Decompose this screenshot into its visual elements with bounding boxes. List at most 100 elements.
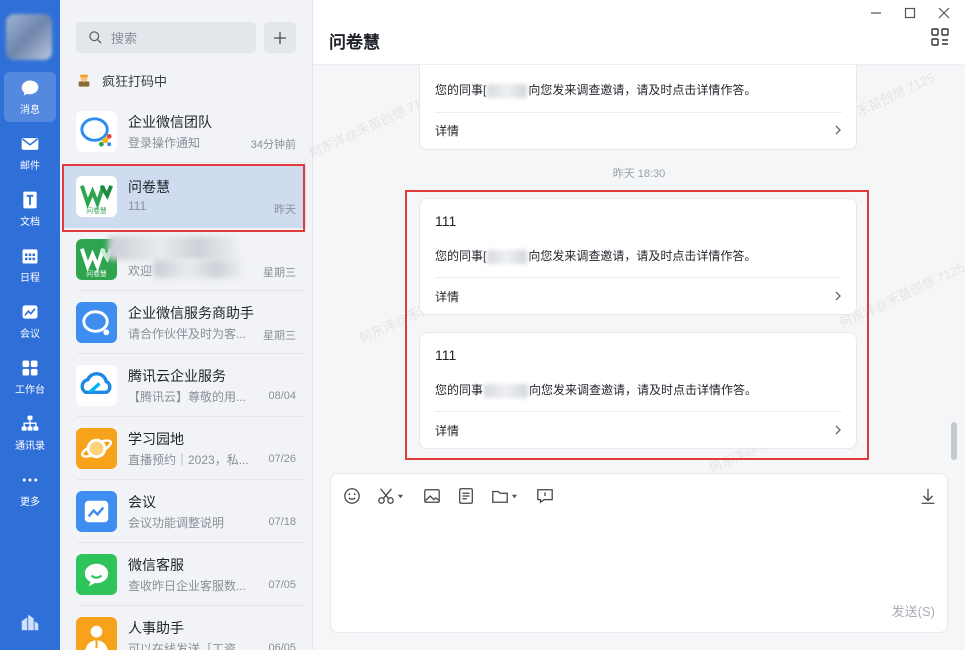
- timestamp: 昨天 18:30: [612, 168, 666, 180]
- conversation-item[interactable]: 企业微信服务商助手 请合作伙伴及时为客... 星期三: [63, 291, 306, 354]
- emoji-icon: [344, 488, 360, 504]
- minimize-button[interactable]: [867, 4, 885, 22]
- nav-rail: 消息 邮件 文档 日程 会议 工作台 通讯录 更多: [0, 0, 60, 650]
- conversation-time: 星期三: [263, 330, 296, 342]
- folder-button[interactable]: [491, 486, 518, 506]
- chevron-right-icon: [835, 291, 841, 301]
- calendar-icon: [22, 249, 38, 264]
- conversation-name: 学习园地: [128, 431, 184, 447]
- chat-title: 问卷慧: [329, 33, 380, 52]
- workbench-icon: [22, 360, 38, 376]
- conversation-preview: 【腾讯云】尊敬的用...: [128, 390, 247, 404]
- conversation-preview: 可以在线发送［工资...: [128, 642, 247, 650]
- doc-icon: [23, 191, 37, 209]
- conversation-item[interactable]: 微信客服 查收昨日企业客服数... 07/05: [63, 543, 306, 606]
- more-icon: [22, 478, 38, 482]
- conversation-item[interactable]: 人事助手 可以在线发送［工资... 06/05: [63, 606, 306, 650]
- detail-link[interactable]: 详情: [435, 288, 459, 305]
- maximize-icon: [904, 7, 916, 19]
- meeting-icon: [22, 305, 38, 319]
- message-text: 您的同事 向您发来调查邀请，请及时点击详情作答。: [435, 383, 758, 398]
- wecom-team-icon: [76, 111, 117, 152]
- user-status[interactable]: 疯狂打码中: [76, 70, 167, 90]
- detail-link[interactable]: 详情: [435, 422, 459, 439]
- conversation-item[interactable]: 学习园地 直播预约｜2023，私... 07/26: [63, 417, 306, 480]
- redacted-preview: [153, 260, 243, 278]
- nav-label: 日程: [20, 273, 40, 284]
- add-button[interactable]: [264, 22, 296, 53]
- caret-down-icon: [511, 494, 518, 498]
- scrollbar[interactable]: [951, 422, 957, 460]
- conversation-preview: 111: [128, 199, 147, 213]
- nav-label: 文档: [20, 217, 40, 228]
- conversation-name: 问卷慧: [128, 179, 170, 195]
- plus-icon: [274, 31, 286, 44]
- expand-composer-button[interactable]: [919, 486, 937, 506]
- contacts-icon: [21, 415, 39, 431]
- chat-header: 问卷慧: [313, 0, 965, 65]
- avatar[interactable]: [6, 14, 52, 60]
- nav-label: 消息: [20, 105, 40, 116]
- message-card[interactable]: 111 您的同事 向您发来调查邀请，请及时点击详情作答。 详情: [419, 332, 857, 449]
- arrow-down-icon: [921, 488, 935, 504]
- conversation-name: 微信客服: [128, 557, 184, 573]
- message-icon: [537, 489, 553, 504]
- conversation-item-selected[interactable]: 问卷慧 问卷慧 111 昨天: [63, 165, 306, 228]
- message-title: 111: [435, 213, 457, 229]
- send-button[interactable]: 发送(S): [892, 601, 935, 620]
- screenshot-button[interactable]: [377, 486, 404, 506]
- conversation-preview: 登录操作通知: [128, 136, 201, 150]
- conversation-time: 星期三: [263, 267, 296, 279]
- nav-label: 会议: [20, 329, 40, 340]
- scissors-icon: [378, 488, 394, 504]
- nav-calendar[interactable]: 日程: [4, 240, 56, 290]
- wechat-service-icon: [76, 554, 117, 595]
- nav-meeting[interactable]: 会议: [4, 296, 56, 346]
- settings-icon[interactable]: [19, 611, 41, 633]
- message-card: 您的同事[向您发来调查邀请，请及时点击详情作答。 详情: [419, 65, 857, 150]
- chat-info-icon[interactable]: [930, 27, 950, 47]
- chevron-right-icon: [835, 425, 841, 435]
- detail-link[interactable]: 详情: [435, 122, 459, 139]
- nav-contacts[interactable]: 通讯录: [4, 408, 56, 458]
- conversation-item[interactable]: 会议 会议功能调整说明 07/18: [63, 480, 306, 543]
- conversation-preview: 查收昨日企业客服数...: [128, 579, 247, 593]
- quick-reply-button[interactable]: [536, 486, 554, 506]
- maximize-button[interactable]: [901, 4, 919, 22]
- document-button[interactable]: [457, 486, 475, 506]
- nav-more[interactable]: 更多: [4, 464, 56, 514]
- conversation-time: 06/05: [268, 642, 296, 650]
- tencent-cloud-icon: [76, 365, 117, 406]
- conversation-item[interactable]: 腾讯云企业服务 【腾讯云】尊敬的用... 08/04: [63, 354, 306, 417]
- search-placeholder: 搜索: [111, 31, 138, 46]
- close-icon: [938, 7, 950, 19]
- chevron-right-icon: [835, 125, 841, 135]
- conversation-time: 07/05: [268, 579, 296, 591]
- message-card[interactable]: 111 您的同事[向您发来调查邀请，请及时点击详情作答。 详情: [419, 198, 857, 315]
- conversation-preview: 直播预约｜2023，私...: [128, 453, 249, 467]
- close-button[interactable]: [935, 4, 953, 22]
- nav-workbench[interactable]: 工作台: [4, 352, 56, 402]
- nav-label: 通讯录: [15, 441, 45, 452]
- svg-text:问卷慧: 问卷慧: [86, 206, 107, 215]
- document-icon: [459, 488, 473, 504]
- image-icon: [424, 489, 440, 503]
- nav-docs[interactable]: 文档: [4, 184, 56, 234]
- nav-mail[interactable]: 邮件: [4, 128, 56, 178]
- image-button[interactable]: [423, 486, 441, 506]
- conversation-time: 昨天: [274, 204, 296, 216]
- caret-down-icon: [397, 494, 404, 498]
- message-title: 111: [435, 347, 457, 363]
- emoji-button[interactable]: [343, 486, 361, 506]
- status-text: 疯狂打码中: [102, 73, 168, 89]
- search-input[interactable]: 搜索: [76, 22, 256, 53]
- conversation-item[interactable]: 企业微信团队 登录操作通知 34分钟前: [63, 100, 306, 163]
- wecom-provider-icon: [76, 302, 117, 343]
- conversation-name: 企业微信服务商助手: [128, 305, 254, 321]
- message-composer[interactable]: 发送(S): [330, 473, 948, 633]
- conversation-time: 07/18: [268, 516, 296, 528]
- conversation-item[interactable]: 问卷慧 欢迎 星期三: [63, 228, 306, 291]
- search-icon: [89, 31, 102, 44]
- conversation-time: 08/04: [268, 390, 296, 402]
- nav-messages[interactable]: 消息: [4, 72, 56, 122]
